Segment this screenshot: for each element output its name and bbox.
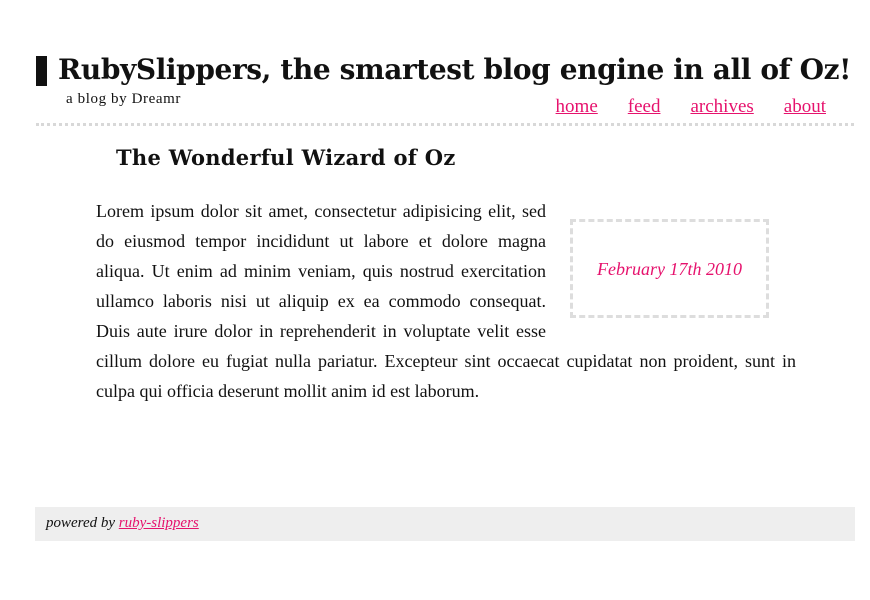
nav-link-archives[interactable]: archives — [690, 96, 753, 118]
site-tagline: a blog by Dreamr — [66, 91, 181, 107]
title-accent-bar — [36, 56, 47, 86]
site-header: RubySlippers, the smartest blog engine i… — [36, 53, 856, 126]
site-title: RubySlippers, the smartest blog engine i… — [58, 53, 851, 86]
footer-powered-by: powered by — [46, 515, 116, 531]
footer-credit: powered by ruby-slippers — [46, 515, 199, 532]
post-title: The Wonderful Wizard of Oz — [116, 145, 456, 170]
header-divider — [36, 123, 854, 126]
nav-link-feed[interactable]: feed — [628, 96, 661, 118]
main-nav: home feed archives about — [556, 96, 826, 118]
post-date: February 17th 2010 — [597, 258, 742, 279]
site-footer: powered by ruby-slippers — [35, 507, 855, 541]
post-date-box: February 17th 2010 — [570, 219, 769, 318]
footer-link-ruby-slippers[interactable]: ruby-slippers — [119, 515, 199, 531]
post-content: February 17th 2010 Lorem ipsum dolor sit… — [96, 196, 796, 406]
nav-link-home[interactable]: home — [556, 96, 598, 118]
nav-link-about[interactable]: about — [784, 96, 826, 118]
